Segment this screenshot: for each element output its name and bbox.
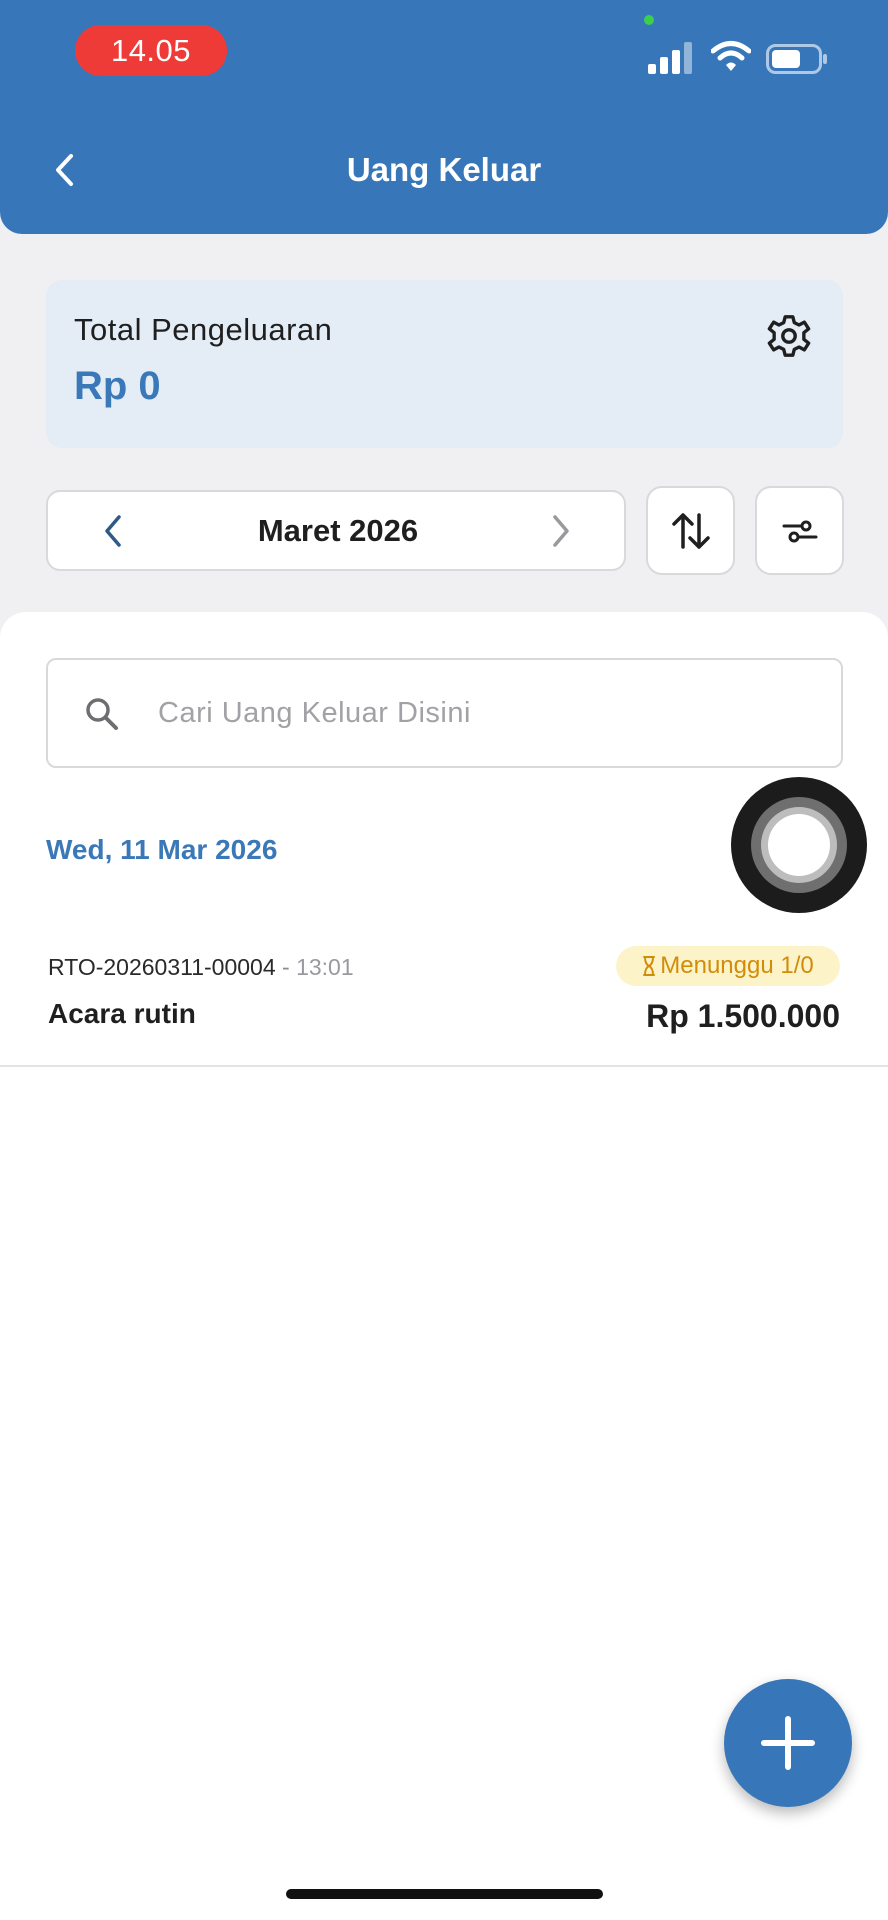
sort-arrows-icon [671, 512, 710, 549]
page-title: Uang Keluar [346, 151, 542, 188]
assistive-touch-button[interactable] [731, 777, 867, 913]
transaction-time: 13:01 [296, 954, 354, 980]
total-expense-card: Total Pengeluaran Rp 0 [46, 280, 843, 448]
total-expense-label: Total Pengeluaran [74, 312, 333, 347]
transaction-code-line: RTO-20260311-00004 - 13:01 [48, 954, 354, 981]
total-expense-amount: Rp 0 [74, 364, 161, 408]
date-group-header: Wed, 11 Mar 2026 [46, 834, 278, 865]
status-badge: Menunggu 1/0 [616, 946, 840, 986]
search-input[interactable] [156, 680, 796, 746]
transaction-separator: - [282, 954, 290, 980]
transaction-amount: Rp 1.500.000 [646, 998, 840, 1034]
battery-icon [766, 44, 827, 74]
add-expense-button[interactable] [724, 1679, 852, 1807]
prev-month-button[interactable] [94, 510, 132, 552]
settings-button[interactable] [763, 310, 815, 362]
chevron-right-icon [553, 515, 569, 547]
status-badge-label: Menunggu 1/0 [660, 952, 814, 979]
home-indicator[interactable] [286, 1889, 603, 1899]
status-time: 14.05 [75, 25, 227, 76]
sliders-icon [782, 520, 817, 542]
gear-icon [767, 315, 811, 357]
hourglass-icon [643, 956, 656, 976]
current-month-label[interactable]: Maret 2026 [138, 492, 538, 569]
transaction-row[interactable]: RTO-20260311-00004 - 13:01 Acara rutin M… [0, 924, 888, 1067]
plus-icon [761, 1716, 815, 1770]
search-icon [86, 698, 118, 730]
filter-button[interactable] [755, 486, 844, 575]
chevron-left-icon [105, 515, 121, 547]
wifi-icon [711, 41, 751, 71]
transaction-code: RTO-20260311-00004 [48, 954, 276, 980]
screen: 14.05 Uang Keluar Total Pengeluaran Rp 0… [0, 0, 888, 1920]
search-box [46, 658, 843, 768]
privacy-indicator-dot [644, 15, 654, 25]
cellular-signal-icon [648, 42, 692, 74]
sort-button[interactable] [646, 486, 735, 575]
app-header: 14.05 Uang Keluar [0, 0, 888, 234]
month-selector: Maret 2026 [46, 490, 626, 571]
next-month-button[interactable] [542, 510, 580, 552]
transaction-title: Acara rutin [48, 998, 196, 1029]
assistive-touch-core [768, 814, 830, 876]
